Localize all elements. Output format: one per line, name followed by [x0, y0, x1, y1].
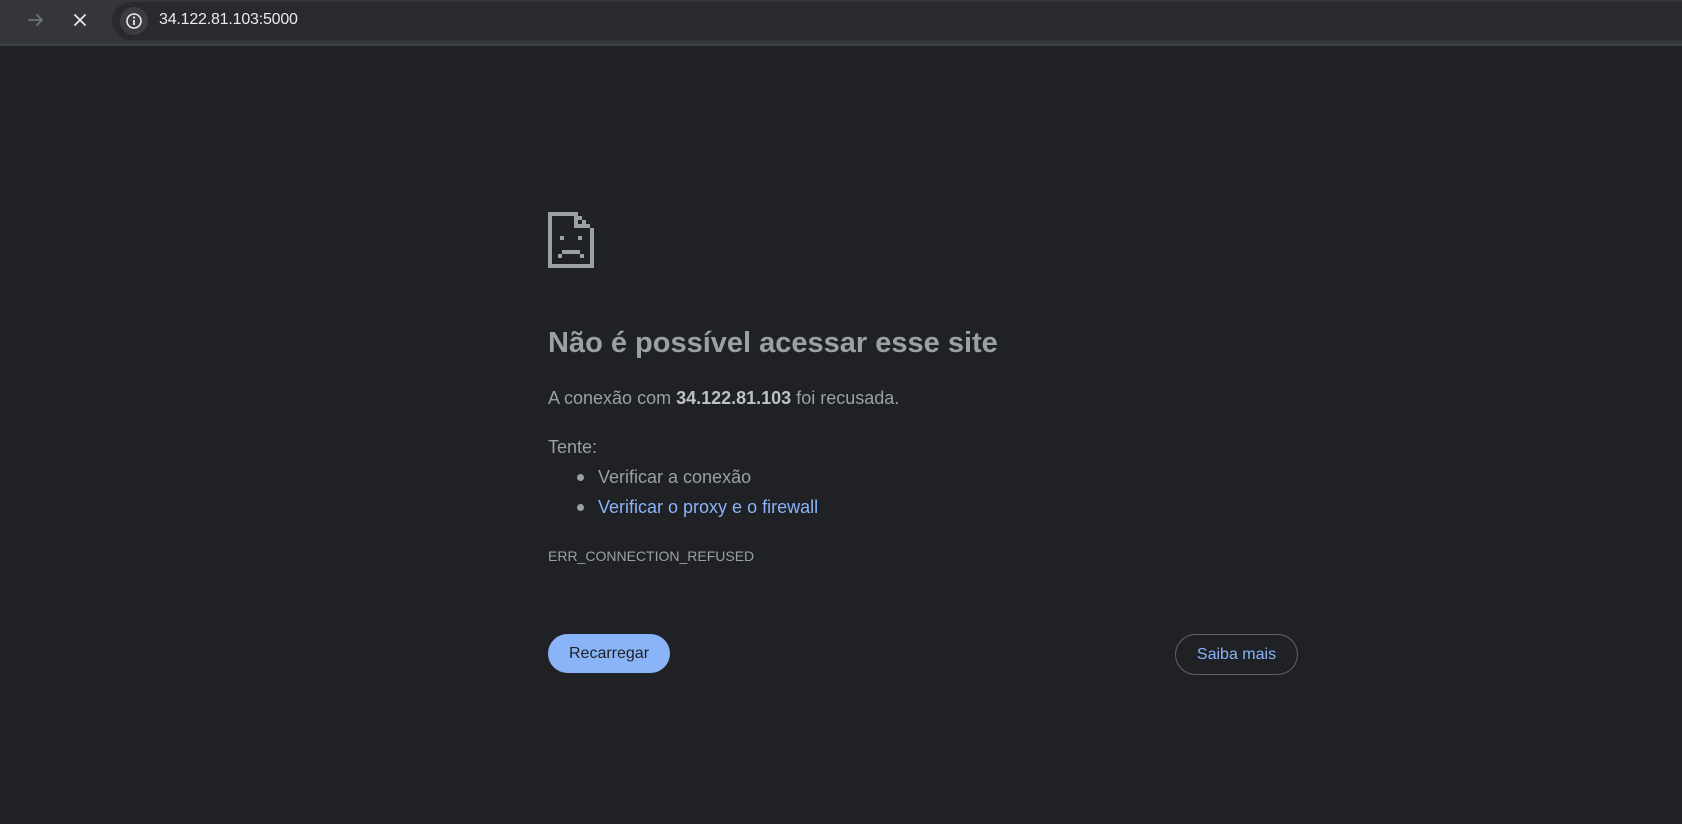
- learn-more-button[interactable]: Saiba mais: [1175, 634, 1298, 675]
- reload-button[interactable]: Recarregar: [548, 634, 670, 673]
- suggestion-check-connection: Verificar a conexão: [598, 467, 752, 487]
- description-suffix: foi recusada.: [791, 388, 900, 408]
- error-description: A conexão com 34.122.81.103 foi recusada…: [548, 388, 899, 409]
- suggestion-item: Verificar a conexão: [548, 466, 818, 496]
- arrow-right-icon: [28, 14, 43, 26]
- browser-toolbar: 34.122.81.103:5000: [0, 0, 1682, 46]
- suggestion-item: Verificar o proxy e o firewall: [548, 496, 818, 526]
- host-name: 34.122.81.103: [676, 388, 792, 408]
- bullet-icon: [577, 474, 584, 481]
- url-text[interactable]: 34.122.81.103:5000: [159, 11, 298, 29]
- close-icon: [74, 14, 86, 26]
- try-heading: Tente:: [548, 437, 598, 457]
- forward-button[interactable]: [20, 4, 52, 36]
- description-prefix: A conexão com: [548, 388, 677, 408]
- site-info-button[interactable]: [120, 7, 148, 35]
- error-title: Não é possível acessar esse site: [548, 327, 998, 359]
- info-icon: [126, 13, 142, 29]
- bullet-icon: [577, 504, 584, 511]
- suggestions-list: Verificar a conexão Verificar o proxy e …: [548, 466, 818, 526]
- address-bar[interactable]: 34.122.81.103:5000: [112, 2, 1682, 40]
- stop-button[interactable]: [64, 4, 96, 36]
- suggestion-check-proxy-link[interactable]: Verificar o proxy e o firewall: [598, 497, 818, 517]
- error-code: ERR_CONNECTION_REFUSED: [548, 548, 755, 564]
- sad-page-icon: [548, 212, 594, 268]
